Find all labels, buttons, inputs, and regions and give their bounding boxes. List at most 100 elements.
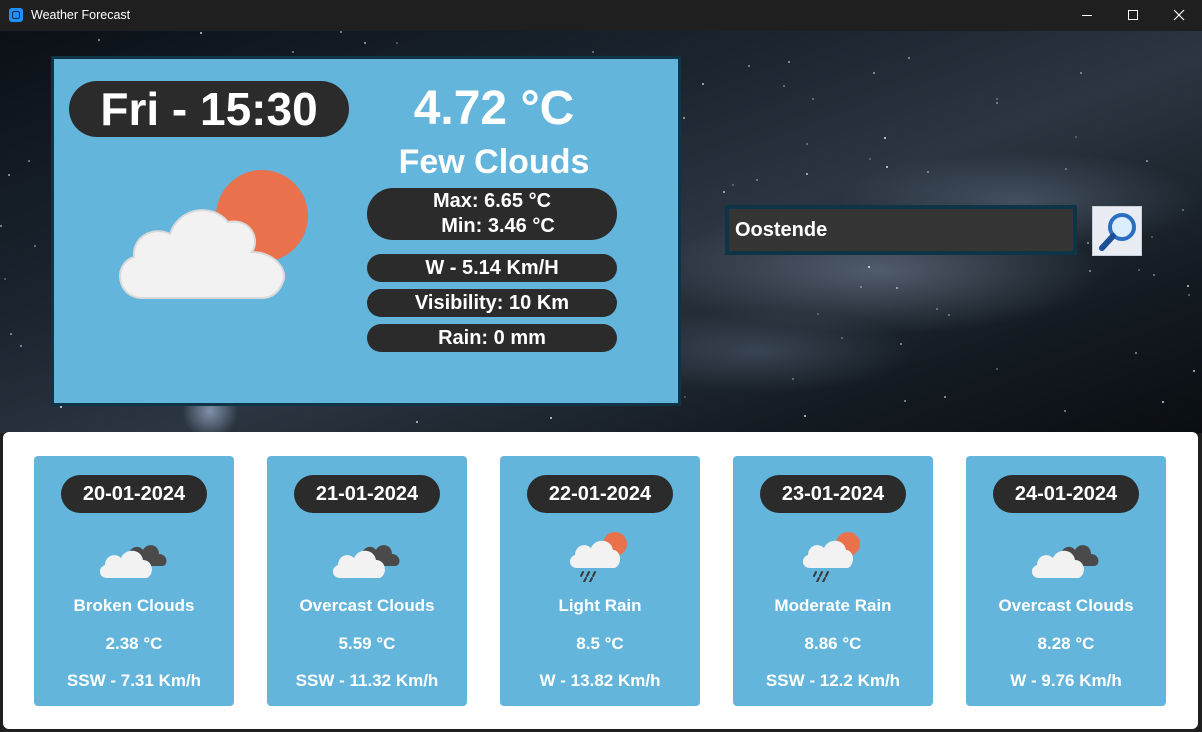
broken-clouds-icon bbox=[99, 545, 167, 578]
star bbox=[702, 83, 704, 85]
star bbox=[860, 286, 862, 288]
star bbox=[783, 85, 785, 87]
star bbox=[1064, 410, 1066, 412]
forecast-date: 24-01-2024 bbox=[993, 475, 1139, 513]
close-icon bbox=[1173, 9, 1185, 21]
forecast-date: 23-01-2024 bbox=[760, 475, 906, 513]
star bbox=[756, 179, 758, 181]
star bbox=[1087, 242, 1089, 244]
rain-sun-cloud-icon bbox=[569, 532, 627, 582]
star bbox=[723, 191, 725, 193]
min-max-pill: Max: 6.65 °C Min: 3.46 °C bbox=[367, 188, 617, 240]
wind-pill: W - 5.14 Km/H bbox=[367, 254, 617, 282]
forecast-temperature: 8.86 °C bbox=[804, 634, 862, 653]
star bbox=[684, 396, 686, 398]
current-weather-panel: Fri - 15:30 4.72 °C Few Clouds Max: 6.65… bbox=[51, 56, 681, 406]
star bbox=[944, 396, 946, 398]
star bbox=[34, 245, 36, 247]
star bbox=[900, 343, 902, 345]
star bbox=[1065, 168, 1067, 170]
forecast-description: Moderate Rain bbox=[774, 596, 892, 615]
forecast-wind: SSW - 12.2 Km/h bbox=[765, 671, 901, 690]
forecast-area: 20-01-2024 Broken Clouds 2.38 °C SSW - 7… bbox=[3, 432, 1198, 729]
star bbox=[748, 65, 750, 67]
forecast-wind: SSW - 11.32 Km/h bbox=[295, 671, 439, 690]
forecast-temperature: 8.5 °C bbox=[576, 634, 624, 653]
star bbox=[1193, 370, 1195, 372]
current-description: Few Clouds bbox=[398, 143, 590, 181]
star bbox=[996, 98, 998, 100]
max-temperature: Max: 6.65 °C bbox=[432, 190, 552, 212]
star bbox=[873, 72, 875, 74]
star bbox=[927, 171, 929, 173]
title-bar: Weather Forecast bbox=[0, 0, 1202, 31]
star bbox=[812, 98, 814, 100]
star bbox=[20, 345, 22, 347]
star bbox=[60, 406, 62, 408]
star bbox=[10, 333, 12, 335]
star bbox=[1135, 352, 1137, 354]
forecast-card: 20-01-2024 Broken Clouds 2.38 °C SSW - 7… bbox=[34, 456, 234, 706]
star bbox=[292, 51, 294, 53]
forecast-temperature: 2.38 °C bbox=[105, 634, 163, 653]
star bbox=[948, 314, 950, 316]
star bbox=[908, 57, 910, 59]
forecast-temperature: 5.59 °C bbox=[338, 634, 396, 653]
cloud-sun-icon bbox=[119, 170, 308, 299]
window-title: Weather Forecast bbox=[31, 8, 131, 22]
star bbox=[0, 225, 2, 227]
minimize-button[interactable] bbox=[1064, 0, 1110, 31]
city-search-input[interactable] bbox=[725, 205, 1077, 255]
star bbox=[869, 158, 871, 160]
forecast-description: Light Rain bbox=[558, 596, 642, 615]
star bbox=[1153, 274, 1155, 276]
star bbox=[896, 287, 898, 289]
star bbox=[416, 421, 418, 423]
forecast-date: 21-01-2024 bbox=[294, 475, 440, 513]
forecast-description: Broken Clouds bbox=[73, 596, 195, 615]
star bbox=[884, 137, 886, 139]
close-button[interactable] bbox=[1156, 0, 1202, 31]
star bbox=[8, 174, 10, 176]
star bbox=[1089, 270, 1091, 272]
maximize-button[interactable] bbox=[1110, 0, 1156, 31]
forecast-description: Overcast Clouds bbox=[299, 596, 435, 615]
star bbox=[1188, 294, 1190, 296]
star bbox=[804, 415, 806, 417]
forecast-card: 21-01-2024 Overcast Clouds 5.59 °C SSW -… bbox=[267, 456, 467, 706]
star bbox=[1080, 72, 1082, 74]
forecast-temperature: 8.28 °C bbox=[1037, 634, 1095, 653]
rain-pill: Rain: 0 mm bbox=[367, 324, 617, 352]
star bbox=[1182, 209, 1184, 211]
star bbox=[868, 266, 870, 268]
overcast-clouds-icon bbox=[1031, 545, 1099, 578]
star bbox=[98, 39, 100, 41]
star bbox=[817, 313, 819, 315]
star bbox=[1162, 401, 1164, 403]
forecast-wind: SSW - 7.31 Km/h bbox=[66, 671, 202, 690]
star bbox=[806, 143, 808, 145]
star bbox=[1187, 285, 1189, 287]
forecast-wind: W - 13.82 Km/h bbox=[539, 671, 661, 690]
star bbox=[996, 102, 998, 104]
star bbox=[1146, 160, 1148, 162]
star bbox=[592, 51, 594, 53]
forecast-date: 20-01-2024 bbox=[61, 475, 207, 513]
star bbox=[806, 173, 808, 175]
star bbox=[340, 31, 342, 33]
star bbox=[1151, 236, 1153, 238]
star bbox=[841, 337, 843, 339]
star bbox=[732, 184, 734, 186]
search-button[interactable] bbox=[1092, 206, 1142, 256]
star bbox=[550, 417, 552, 419]
star bbox=[200, 32, 202, 34]
star bbox=[788, 61, 790, 63]
star bbox=[886, 166, 888, 168]
forecast-card: 23-01-2024 Moderate Rain 8.86 °C SSW - 1… bbox=[733, 456, 933, 706]
forecast-card: 24-01-2024 Overcast Clouds 8.28 °C W - 9… bbox=[966, 456, 1166, 706]
star bbox=[683, 117, 685, 119]
magnifier-icon bbox=[1099, 213, 1136, 251]
app-icon bbox=[9, 8, 23, 22]
forecast-card: 22-01-2024 Light Rain 8.5 °C W - 13.82 K… bbox=[500, 456, 700, 706]
star bbox=[1138, 269, 1140, 271]
